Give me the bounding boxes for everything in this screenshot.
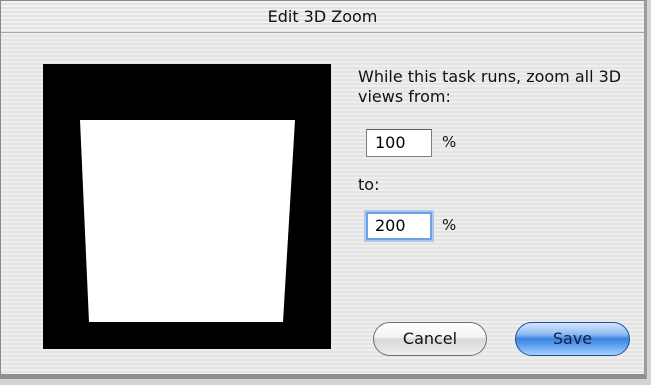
to-zoom-input[interactable]: 200 (366, 212, 432, 240)
edit-3d-zoom-dialog: Edit 3D Zoom While this task runs, zoom … (0, 0, 647, 379)
to-label: to: (358, 175, 380, 194)
dialog-titlebar: Edit 3D Zoom (1, 1, 644, 33)
zoom-preview (43, 64, 331, 349)
zoom-preview-icon (43, 64, 331, 349)
dialog-title: Edit 3D Zoom (267, 7, 378, 26)
cancel-button[interactable]: Cancel (373, 322, 487, 356)
preview-shape (80, 120, 295, 322)
from-zoom-input[interactable]: 100 (366, 129, 432, 157)
save-button[interactable]: Save (515, 322, 630, 356)
from-percent-label: % (442, 133, 457, 151)
to-percent-label: % (442, 216, 457, 234)
zoom-prompt: While this task runs, zoom all 3D views … (358, 67, 622, 106)
